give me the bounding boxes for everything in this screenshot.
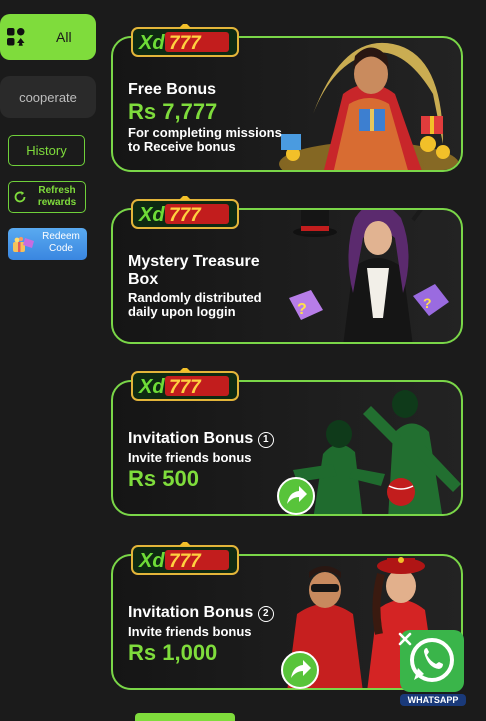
card-amount: Rs 7,777 xyxy=(128,99,218,124)
invitation-bonus-1-card[interactable]: Xd 777 Invitation Bonus 1 Invite friends… xyxy=(111,368,463,516)
share-arrow-icon[interactable] xyxy=(277,477,315,515)
tab-all-label: All xyxy=(56,29,72,45)
free-bonus-card[interactable]: Xd 777 Free Bonus Rs 7,777 For completin… xyxy=(111,24,463,172)
category-grid-icon xyxy=(7,28,25,46)
card-subtitle: Invite friends bonus xyxy=(128,450,252,465)
svg-text:?: ? xyxy=(297,301,307,318)
gift-coupon-icon xyxy=(13,237,34,252)
card-title: Mystery Treasure Box xyxy=(128,253,260,288)
xd777-logo: Xd 777 xyxy=(131,196,239,229)
card-subtitle: Invite friends bonus xyxy=(128,624,252,639)
close-icon[interactable] xyxy=(398,632,412,646)
magician-woman-with-mystery-boxes-illustration: ? ? xyxy=(289,210,449,342)
next-card-peek xyxy=(135,713,235,721)
svg-text:Xd: Xd xyxy=(138,32,165,54)
card-subtitle: For completing missions to Receive bonus xyxy=(128,125,282,154)
card-title: Free Bonus xyxy=(128,81,217,98)
mystery-treasure-box-card[interactable]: ? ? Xd 777 Mystery Treasure Box Randomly… xyxy=(111,196,463,344)
card-title: Invitation Bonus 2 xyxy=(128,604,274,622)
card-amount: Rs 1,000 xyxy=(128,640,218,665)
cricket-players-illustration xyxy=(293,390,461,514)
share-arrow-icon[interactable] xyxy=(281,651,319,689)
card-title-text: Invitation Bonus xyxy=(128,430,254,447)
title-number-badge: 1 xyxy=(257,432,274,448)
svg-text:Xd: Xd xyxy=(138,550,165,572)
svg-text:777: 777 xyxy=(169,377,202,398)
history-label: History xyxy=(26,143,67,158)
xd777-logo: Xd 777 xyxy=(131,368,239,401)
refresh-rewards-label: Refresh rewards xyxy=(37,185,77,208)
history-button[interactable]: History xyxy=(8,135,85,166)
svg-text:777: 777 xyxy=(169,33,202,54)
svg-text:Xd: Xd xyxy=(138,376,165,398)
woman-with-gift-and-coins-illustration xyxy=(279,42,459,170)
title-number-badge: 2 xyxy=(257,606,274,622)
tab-all[interactable]: All xyxy=(0,14,96,60)
card-title-text: Invitation Bonus xyxy=(128,604,254,621)
whatsapp-label: WHATSAPP xyxy=(400,694,466,706)
svg-text:?: ? xyxy=(423,295,432,311)
redeem-code-label: Redeem Code xyxy=(42,231,80,254)
redeem-code-button[interactable]: Redeem Code xyxy=(8,228,87,260)
svg-text:Xd: Xd xyxy=(138,204,165,226)
xd777-logo: Xd 777 xyxy=(131,542,239,575)
card-amount: Rs 500 xyxy=(128,466,199,491)
svg-text:777: 777 xyxy=(169,205,202,226)
sidebar: All cooperate History Refresh rewards Re… xyxy=(0,0,100,719)
whatsapp-float-button[interactable]: WHATSAPP xyxy=(396,628,470,708)
card-title: Invitation Bonus 1 xyxy=(128,430,274,448)
svg-text:777: 777 xyxy=(169,551,202,572)
refresh-rewards-button[interactable]: Refresh rewards xyxy=(8,181,86,213)
xd777-logo: Xd 777 xyxy=(131,24,239,57)
tab-cooperate-label: cooperate xyxy=(19,89,77,105)
tab-cooperate[interactable]: cooperate xyxy=(0,76,96,118)
card-subtitle: Randomly distributed daily upon loggin xyxy=(128,290,262,319)
refresh-icon xyxy=(14,191,26,203)
